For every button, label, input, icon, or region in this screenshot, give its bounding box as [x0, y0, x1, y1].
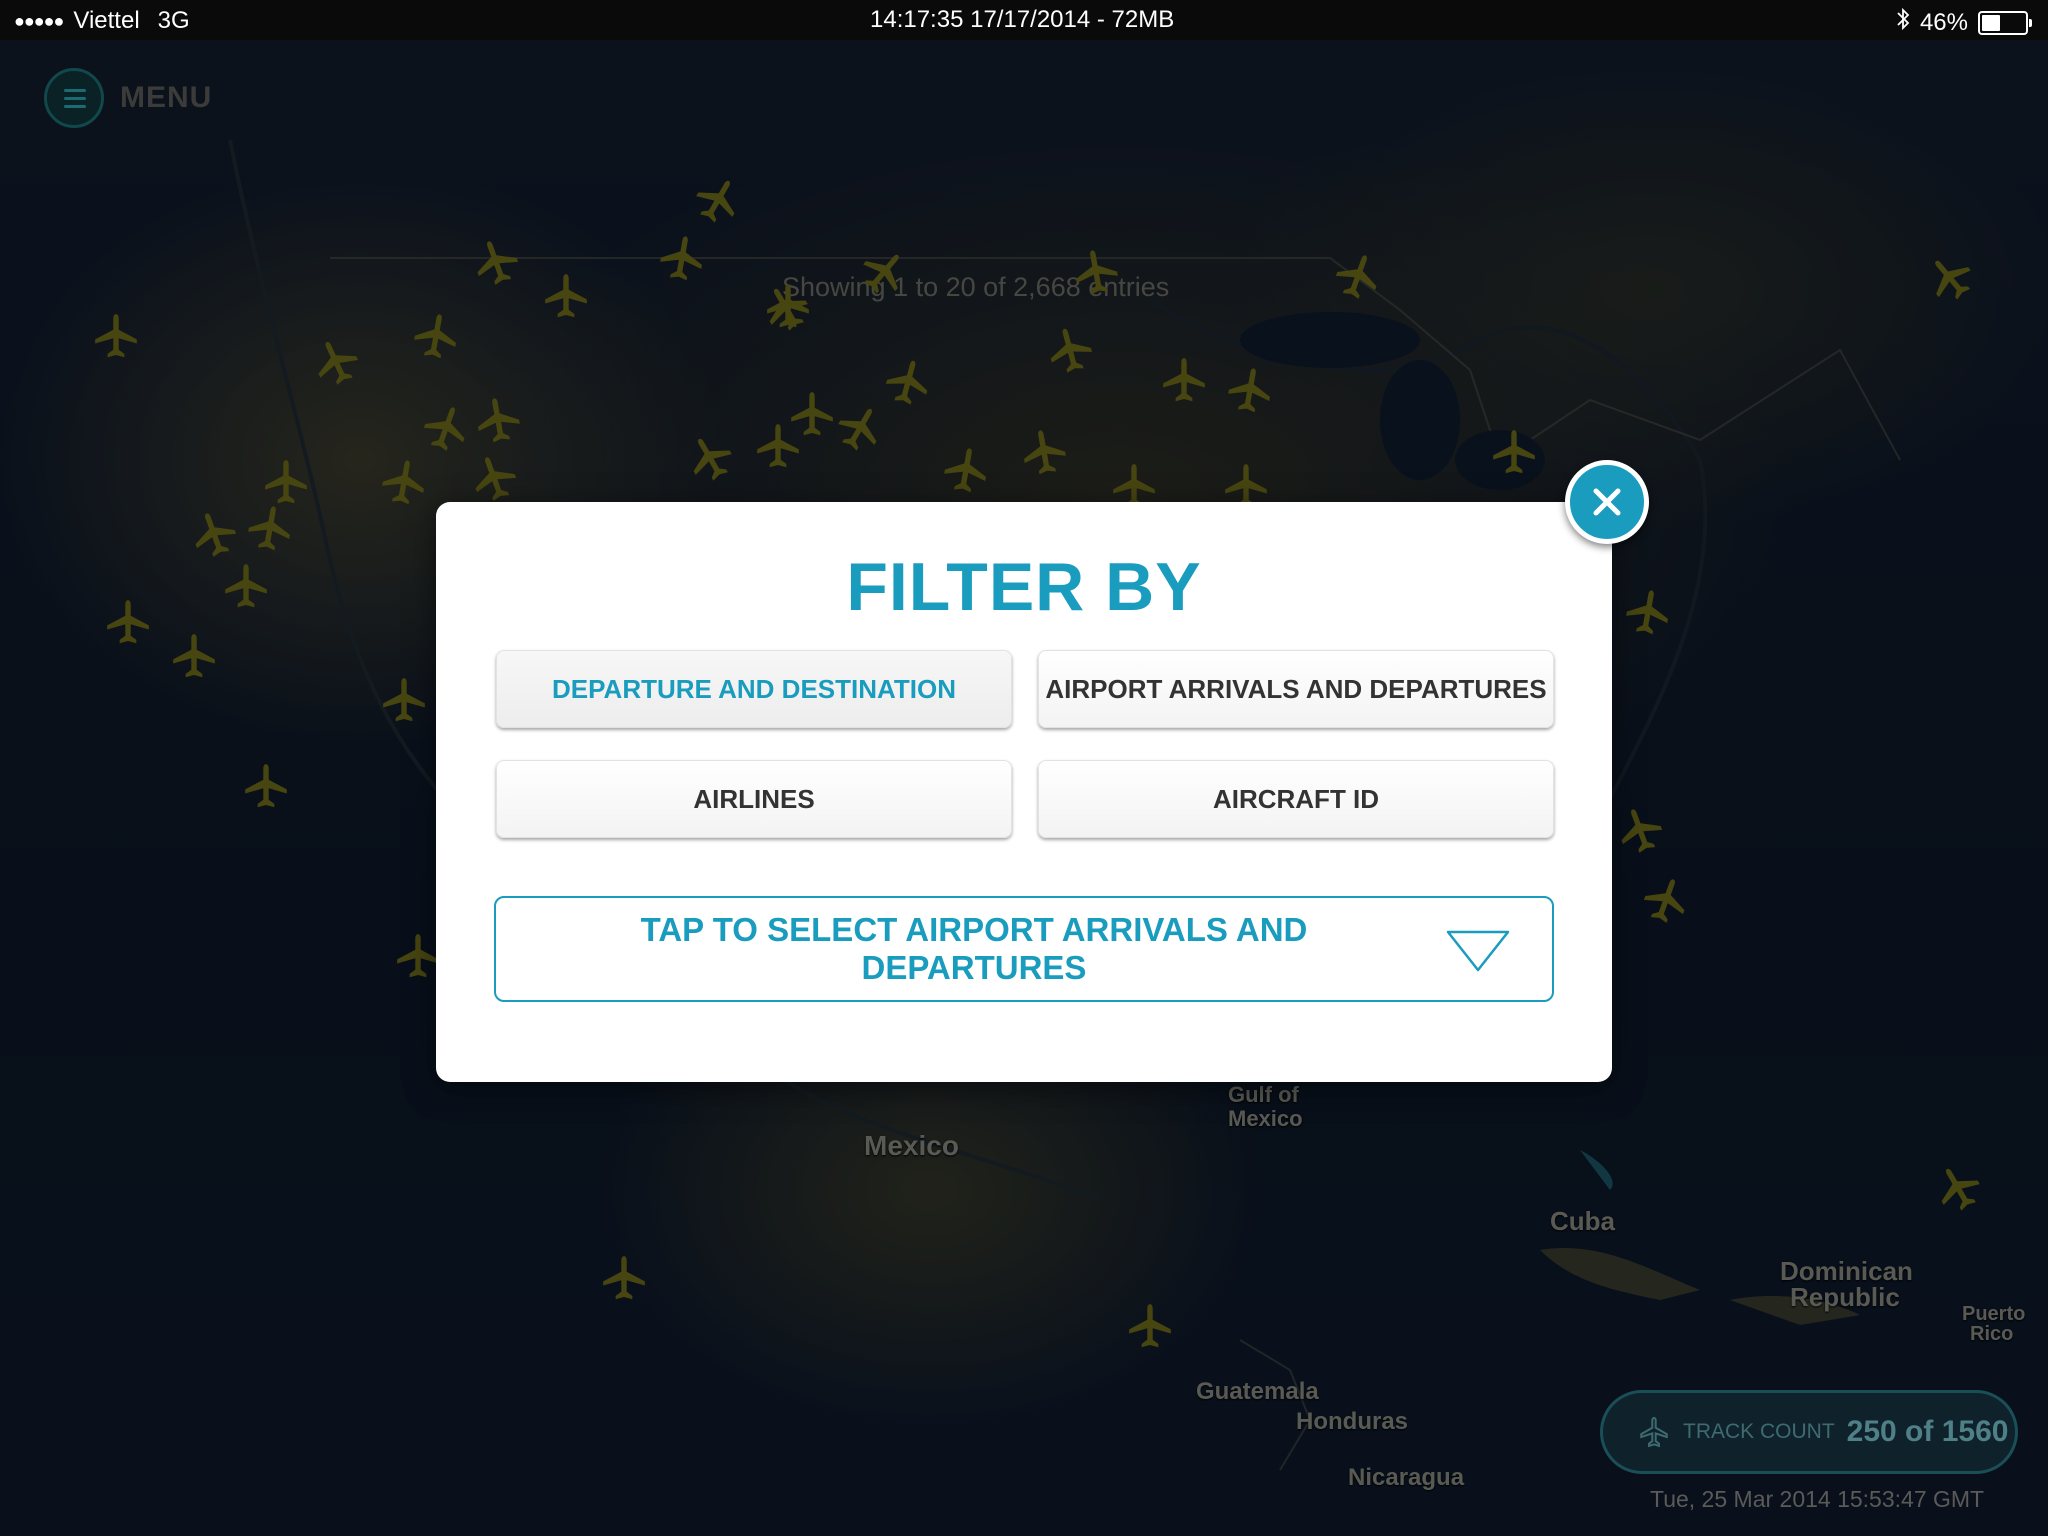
- chevron-down-icon: [1446, 930, 1510, 977]
- airplane-icon: [1640, 1416, 1668, 1448]
- filter-aircraft-id-label: AIRCRAFT ID: [1212, 783, 1380, 814]
- battery-percent: 46%: [1919, 8, 1968, 36]
- filter-aircraft-id-button[interactable]: AIRCRAFT ID: [1038, 760, 1554, 838]
- modal-title: FILTER BY: [846, 549, 1202, 625]
- bluetooth-icon: [1896, 7, 1910, 38]
- battery-fill: [1982, 14, 2000, 31]
- filter-modal: FILTER BY DEPARTURE AND DESTINATION AIRP…: [436, 502, 1612, 1082]
- filter-airport-arrivals-label: AIRPORT ARRIVALS AND DEPARTURES: [1045, 673, 1547, 704]
- status-bar: ●●●●● Viettel 3G 14:17:35 17/17/2014 - 7…: [0, 0, 2048, 40]
- status-center-info: 14:17:35 17/17/2014 - 72MB: [870, 6, 1175, 33]
- battery-icon: [1978, 10, 2032, 35]
- close-button[interactable]: [1565, 460, 1649, 544]
- carrier-name: Viettel: [73, 7, 140, 34]
- map-timestamp: Tue, 25 Mar 2014 15:53:47 GMT: [1650, 1486, 1985, 1512]
- track-count-badge[interactable]: TRACK COUNT 250 of 1560: [1600, 1390, 2018, 1474]
- airport-select-dropdown[interactable]: TAP TO SELECT AIRPORT ARRIVALS AND DEPAR…: [494, 896, 1554, 1002]
- filter-airport-arrivals-button[interactable]: AIRPORT ARRIVALS AND DEPARTURES: [1038, 650, 1554, 728]
- signal-strength-icon: ●●●●●: [14, 10, 64, 31]
- filter-airlines-label: AIRLINES: [693, 783, 815, 814]
- network-type: 3G: [157, 7, 190, 34]
- close-icon: [1593, 488, 1621, 516]
- track-count-value: 250 of 1560: [1846, 1415, 2009, 1448]
- filter-departure-destination-button[interactable]: DEPARTURE AND DESTINATION: [496, 650, 1012, 728]
- track-count-label: TRACK COUNT: [1683, 1420, 1835, 1443]
- airport-select-placeholder: TAP TO SELECT AIRPORT ARRIVALS AND DEPAR…: [640, 911, 1308, 986]
- filter-departure-destination-label: DEPARTURE AND DESTINATION: [552, 673, 956, 704]
- filter-airlines-button[interactable]: AIRLINES: [496, 760, 1012, 838]
